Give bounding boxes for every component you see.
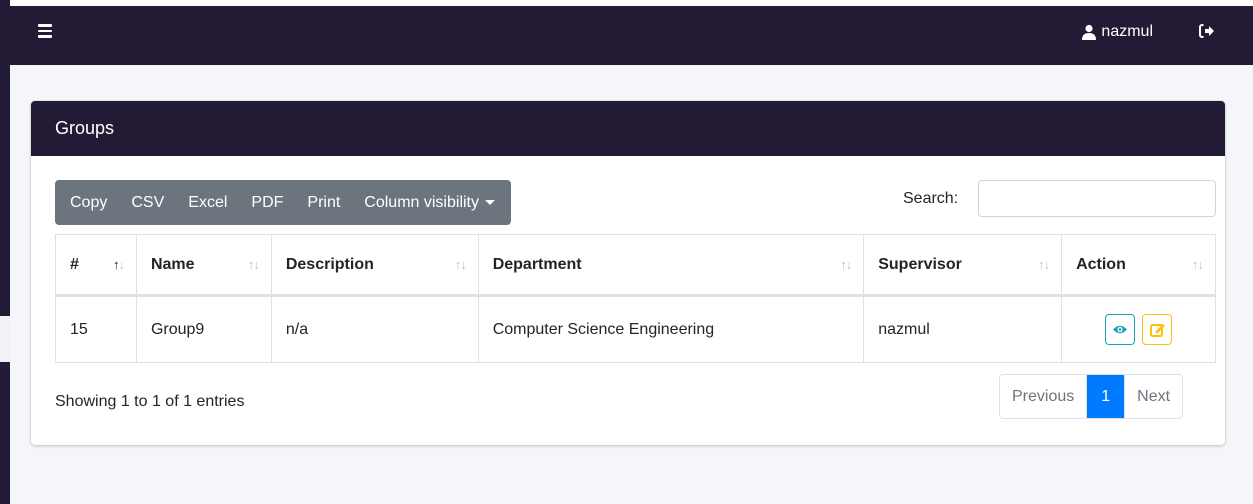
next-page-button[interactable]: Next: [1124, 375, 1182, 418]
excel-button[interactable]: Excel: [176, 180, 239, 225]
user-menu[interactable]: nazmul: [1081, 22, 1153, 42]
column-header-action[interactable]: Action ↑↓: [1061, 234, 1216, 297]
table-row: 15 Group9 n/a Computer Science Engineeri…: [55, 295, 1216, 363]
previous-page-button[interactable]: Previous: [1000, 375, 1088, 418]
pagination: Previous 1 Next: [999, 374, 1184, 419]
view-button[interactable]: [1104, 314, 1135, 345]
top-navbar: nazmul: [10, 6, 1253, 65]
cell-name: Group9: [135, 295, 272, 363]
export-button-group: Copy CSV Excel PDF Print Column visibili…: [55, 180, 511, 225]
column-header-supervisor[interactable]: Supervisor ↑↓: [863, 234, 1063, 297]
csv-button[interactable]: CSV: [119, 180, 176, 225]
sort-icon: ↑↓: [1192, 257, 1204, 272]
edit-button[interactable]: [1142, 314, 1173, 345]
caret-down-icon: [485, 200, 495, 205]
left-edge: [0, 0, 10, 504]
search-input[interactable]: [978, 180, 1216, 217]
search-label: Search:: [903, 190, 959, 207]
column-header-department[interactable]: Department ↑↓: [477, 234, 865, 297]
cell-description: n/a: [270, 295, 479, 363]
cell-action: [1061, 295, 1216, 363]
groups-table: # ↑↓ Name ↑↓ Description ↑↓ Department ↑…: [55, 234, 1216, 363]
sort-icon: ↑↓: [112, 257, 125, 272]
hamburger-icon[interactable]: [38, 23, 56, 39]
eye-icon: [1112, 325, 1127, 334]
sort-icon: ↑↓: [1038, 257, 1050, 272]
sort-icon: ↑↓: [840, 257, 852, 272]
cell-department: Computer Science Engineering: [477, 295, 865, 363]
column-header-description[interactable]: Description ↑↓: [270, 234, 479, 297]
cell-supervisor: nazmul: [863, 295, 1063, 363]
groups-card: Groups Copy CSV Excel PDF Print Column v…: [31, 101, 1225, 445]
pdf-button[interactable]: PDF: [239, 180, 295, 225]
page-1-button[interactable]: 1: [1087, 375, 1125, 418]
sort-icon: ↑↓: [247, 257, 260, 272]
print-button[interactable]: Print: [295, 180, 352, 225]
edit-icon: [1150, 324, 1166, 337]
user-icon: [1082, 24, 1097, 40]
column-header-name[interactable]: Name ↑↓: [135, 234, 272, 297]
column-visibility-label: Column visibility: [364, 194, 479, 211]
copy-button[interactable]: Copy: [55, 180, 119, 225]
user-name: nazmul: [1101, 23, 1153, 40]
column-header-id[interactable]: # ↑↓: [55, 234, 137, 297]
table-header-row: # ↑↓ Name ↑↓ Description ↑↓ Department ↑…: [55, 234, 1216, 297]
card-header: Groups: [31, 101, 1225, 156]
logout-icon[interactable]: [1199, 23, 1217, 39]
main-content: nazmul Groups Copy CSV Excel PDF Print C…: [10, 0, 1253, 504]
column-visibility-button[interactable]: Column visibility: [352, 180, 511, 225]
cell-id: 15: [55, 295, 137, 363]
table-info: Showing 1 to 1 of 1 entries: [55, 393, 245, 410]
sort-icon: ↑↓: [454, 257, 467, 272]
card-title: Groups: [55, 118, 115, 138]
